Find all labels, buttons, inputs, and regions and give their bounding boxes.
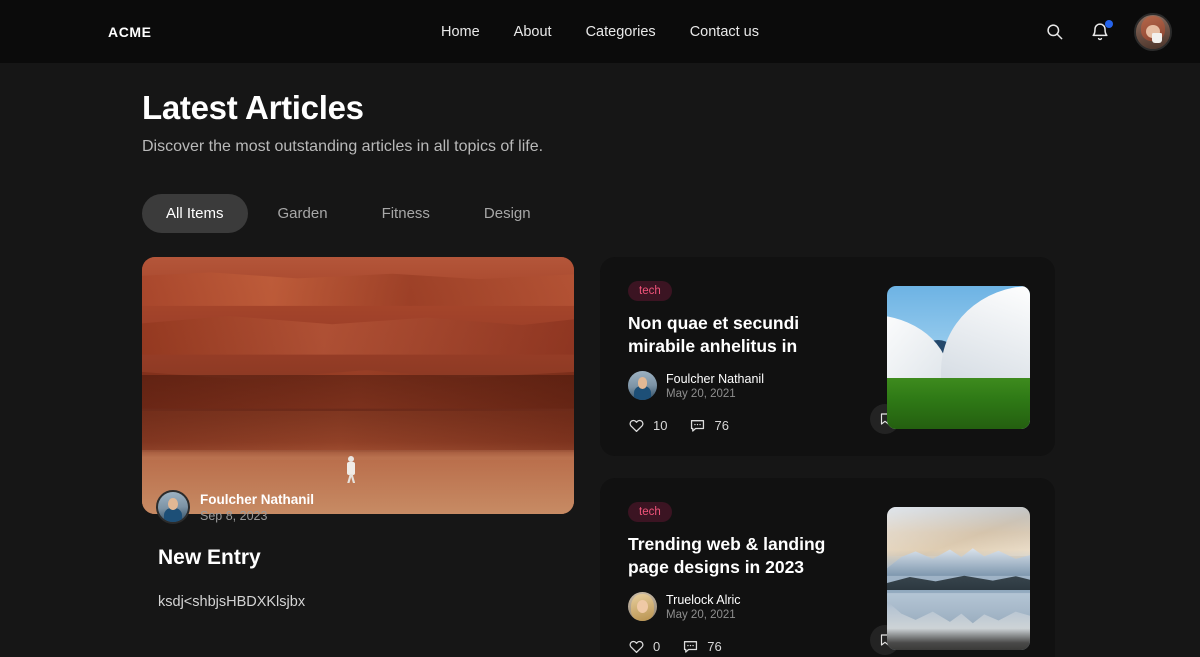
- filter-chip-all-items[interactable]: All Items: [142, 194, 248, 233]
- featured-article-body: ksdj<shbjsHBDXKlsjbx: [158, 594, 306, 610]
- featured-article-image[interactable]: [142, 257, 574, 514]
- featured-article-author: Foulcher Nathanil Sep 8, 2023: [142, 490, 574, 524]
- comment-icon: [684, 641, 698, 654]
- featured-article-title[interactable]: New Entry: [142, 546, 574, 570]
- author-name: Foulcher Nathanil: [666, 371, 764, 386]
- avatar: [628, 592, 657, 622]
- category-tag[interactable]: tech: [628, 281, 672, 301]
- filter-chip-fitness[interactable]: Fitness: [358, 194, 454, 233]
- article-list: tech Non quae et secundi mirabile anheli…: [600, 257, 1055, 657]
- author-name: Foulcher Nathanil: [200, 491, 315, 507]
- bell-icon[interactable]: [1088, 19, 1113, 44]
- nav-item-home[interactable]: Home: [441, 24, 480, 40]
- like-count: 10: [653, 418, 668, 434]
- comment-button[interactable]: 76: [689, 417, 729, 434]
- author-name: Truelock Alric: [666, 592, 741, 607]
- comment-button[interactable]: 76: [682, 638, 722, 655]
- article-thumbnail[interactable]: [887, 507, 1030, 651]
- page-content: Latest Articles Discover the most outsta…: [0, 89, 1200, 657]
- comment-icon: [691, 420, 705, 432]
- publish-date: May 20, 2021: [666, 608, 736, 621]
- main-navigation: Home About Categories Contact us: [0, 0, 1200, 63]
- article-title[interactable]: Trending web & landing page designs in 2…: [628, 533, 869, 579]
- article-actions: 0 76: [628, 638, 869, 655]
- category-filter-bar: All Items Garden Fitness Design: [142, 194, 1058, 233]
- nav-item-about[interactable]: About: [514, 24, 552, 40]
- articles-layout: Foulcher Nathanil Sep 8, 2023 New Entry …: [142, 257, 1058, 657]
- like-button[interactable]: 0: [628, 638, 660, 655]
- heart-icon: [629, 641, 644, 654]
- featured-article[interactable]: Foulcher Nathanil Sep 8, 2023 New Entry …: [142, 257, 574, 610]
- notification-badge: [1105, 19, 1113, 28]
- publish-date: Sep 8, 2023: [200, 508, 268, 523]
- nav-item-categories[interactable]: Categories: [586, 24, 656, 40]
- filter-chip-design[interactable]: Design: [460, 194, 555, 233]
- user-avatar[interactable]: [1134, 12, 1172, 51]
- article-title[interactable]: Non quae et secundi mirabile anhelitus i…: [628, 312, 869, 358]
- comment-count: 76: [714, 418, 729, 434]
- article-author: Foulcher Nathanil May 20, 2021: [628, 371, 869, 401]
- heart-icon: [629, 420, 644, 433]
- filter-chip-garden[interactable]: Garden: [254, 194, 352, 233]
- header-actions: [1042, 12, 1172, 51]
- search-icon[interactable]: [1042, 20, 1066, 44]
- page-subtitle: Discover the most outstanding articles i…: [142, 138, 544, 155]
- article-author: Truelock Alric May 20, 2021: [628, 592, 869, 622]
- figure-in-white-suit: [347, 456, 356, 484]
- article-card[interactable]: tech Trending web & landing page designs…: [600, 478, 1055, 657]
- avatar: [628, 371, 657, 401]
- brand-logo[interactable]: ACME: [108, 24, 152, 40]
- site-header: ACME Home About Categories Contact us: [0, 0, 1200, 63]
- publish-date: May 20, 2021: [666, 387, 736, 400]
- page-title: Latest Articles: [142, 89, 364, 126]
- avatar: [156, 490, 190, 524]
- like-count: 0: [653, 639, 661, 655]
- category-tag[interactable]: tech: [628, 502, 672, 523]
- article-actions: 10 76: [628, 417, 869, 434]
- nav-item-contact-us[interactable]: Contact us: [690, 24, 759, 40]
- article-thumbnail[interactable]: [887, 286, 1030, 430]
- article-card[interactable]: tech Non quae et secundi mirabile anheli…: [600, 257, 1055, 457]
- like-button[interactable]: 10: [628, 417, 667, 434]
- comment-count: 76: [707, 639, 722, 655]
